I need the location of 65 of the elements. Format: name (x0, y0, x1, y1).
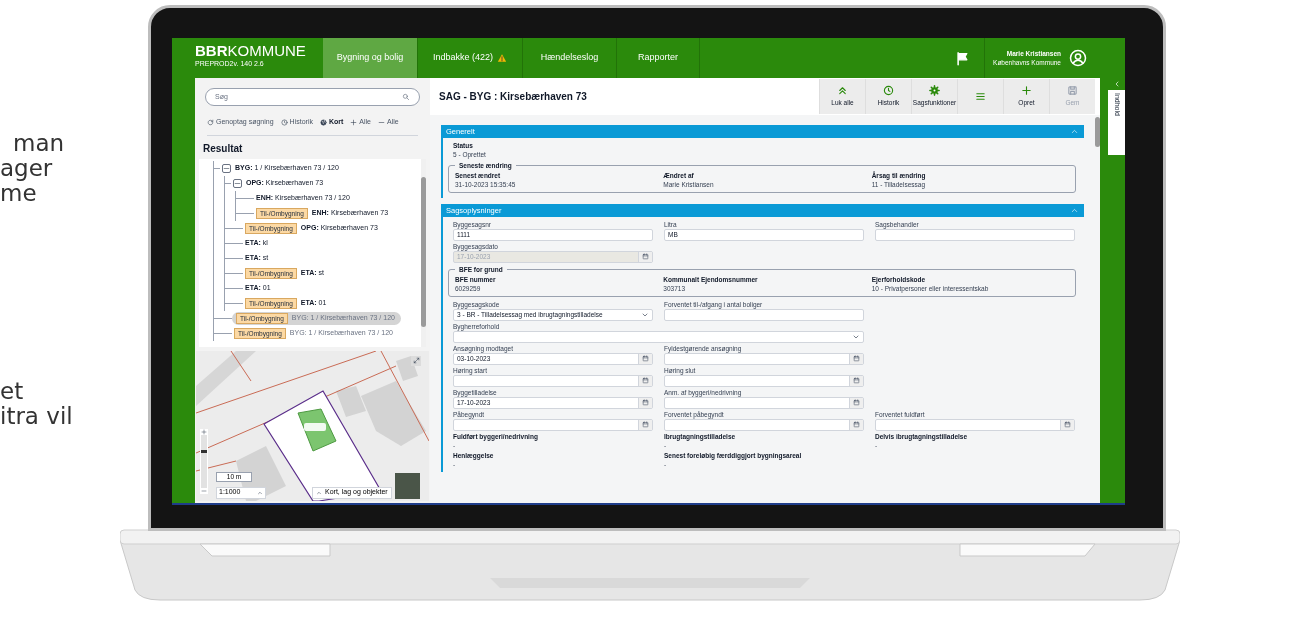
calendar-button[interactable] (638, 419, 652, 430)
globe-icon (319, 118, 327, 126)
slider-thumb[interactable] (201, 450, 207, 454)
calendar-icon (642, 421, 649, 428)
warning-icon (497, 53, 507, 63)
select-field[interactable] (453, 330, 864, 343)
fullscreen-button[interactable] (411, 355, 421, 366)
calendar-icon (853, 377, 860, 384)
collapse-toggle[interactable] (233, 178, 242, 188)
calendar-button[interactable] (638, 375, 652, 386)
flag-icon (955, 50, 971, 66)
caret-icon (257, 489, 263, 496)
clock-icon (280, 118, 288, 126)
text-field[interactable] (664, 308, 864, 321)
text-line: me (0, 181, 37, 206)
date-field[interactable] (664, 396, 864, 409)
calendar-button[interactable] (849, 397, 863, 408)
calendar-button[interactable] (638, 397, 652, 408)
date-field[interactable] (453, 374, 653, 387)
calendar-icon (642, 355, 649, 362)
double-chevron-up-icon (837, 85, 848, 97)
zoom-out-icon (201, 487, 207, 494)
calendar-button[interactable] (849, 375, 863, 386)
date-field[interactable] (453, 418, 653, 431)
calendar-icon (642, 253, 649, 261)
photo-placeholder[interactable] (395, 472, 420, 499)
calendar-icon (642, 399, 649, 406)
calendar-button[interactable] (1060, 419, 1074, 430)
text-line: ager (0, 156, 54, 181)
text-field[interactable] (875, 228, 1075, 241)
scrollbar-thumb[interactable] (1095, 117, 1100, 147)
search-icon (402, 93, 410, 101)
calendar-button[interactable] (849, 419, 863, 430)
caret-icon (316, 489, 322, 496)
text-line: man (13, 131, 66, 156)
text-line: et (0, 379, 25, 404)
settings-icon (929, 85, 940, 97)
chevron-up-icon (1070, 127, 1079, 136)
user-account-icon (1069, 49, 1087, 67)
calendar-icon (853, 421, 860, 428)
zoom-in-icon (201, 428, 207, 435)
app-logo: BBRKOMMUNE (195, 42, 307, 59)
date-field[interactable] (664, 418, 864, 431)
results-heading: Resultat (203, 141, 244, 156)
expand-icon (412, 357, 420, 364)
zoom-slider[interactable] (201, 434, 207, 488)
menu-icon (975, 91, 986, 102)
calendar-icon (642, 377, 649, 384)
case-title: SAG - BYG : Kirsebærhaven 73 (438, 90, 588, 104)
refresh-icon (207, 118, 214, 126)
clock-icon (883, 85, 894, 97)
calendar-icon (853, 399, 860, 406)
calendar-icon (853, 355, 860, 362)
collapse-toggle[interactable] (222, 163, 231, 173)
text-line: itra vil (0, 404, 73, 429)
save-icon (1067, 85, 1078, 97)
calendar-icon (1064, 421, 1071, 428)
plus-icon (350, 118, 358, 126)
date-field[interactable] (664, 352, 864, 365)
scrollbar-thumb[interactable] (421, 176, 426, 327)
date-field[interactable] (664, 374, 864, 387)
plus-icon (1021, 85, 1032, 97)
calendar-button[interactable] (849, 353, 863, 364)
calendar-button[interactable] (638, 353, 652, 364)
date-field[interactable] (875, 418, 1075, 431)
